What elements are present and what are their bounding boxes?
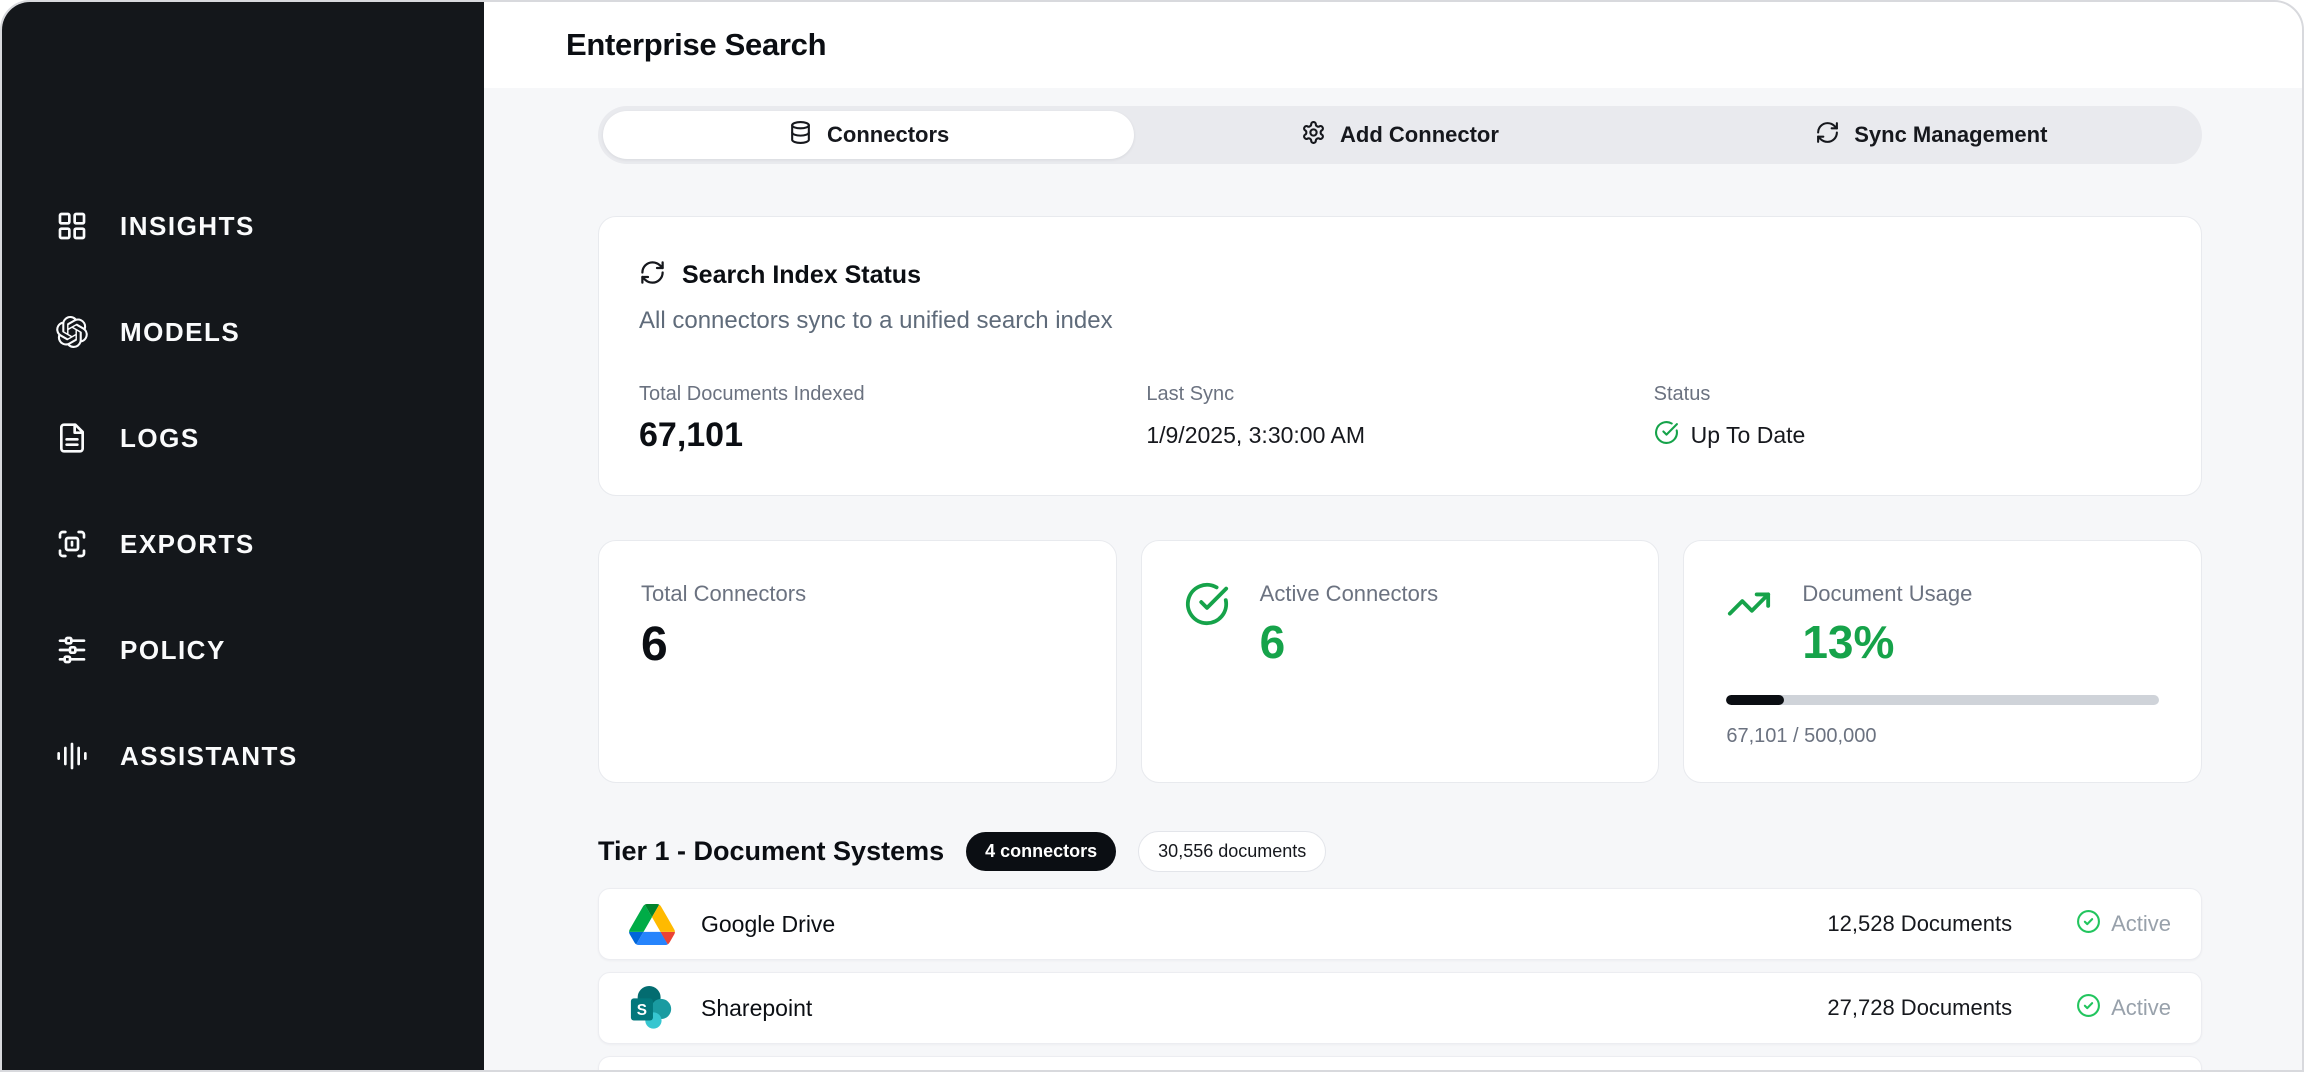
connector-doc-count: 12,528 Documents xyxy=(1827,911,2012,937)
field-total-documents: Total Documents Indexed 67,101 xyxy=(639,383,1146,455)
app-window: INSIGHTS MODELS LOGS EXPORTS POLICY xyxy=(0,0,2304,1072)
stat-value: 6 xyxy=(1260,615,1439,669)
check-circle-icon xyxy=(1654,420,1679,451)
page-header: Enterprise Search xyxy=(484,2,2302,88)
tab-bar: Connectors Add Connector Sync Management xyxy=(598,106,2202,164)
sidebar-item-exports[interactable]: EXPORTS xyxy=(50,520,484,568)
usage-progress-bar xyxy=(1726,695,2159,705)
sliders-icon xyxy=(50,628,94,672)
openai-icon xyxy=(50,310,94,354)
file-text-icon xyxy=(50,416,94,460)
refresh-icon xyxy=(639,259,666,291)
active-connectors-card: Active Connectors 6 xyxy=(1141,540,1660,783)
section-title: Tier 1 - Document Systems xyxy=(598,836,944,867)
connector-status-text: Active xyxy=(2111,995,2171,1021)
field-value: 67,101 xyxy=(639,416,1146,455)
field-last-sync: Last Sync 1/9/2025, 3:30:00 AM xyxy=(1146,383,1653,455)
check-circle-icon xyxy=(2076,993,2101,1023)
document-usage-card: Document Usage 13% 67,101 / 500,000 xyxy=(1683,540,2202,783)
sidebar: INSIGHTS MODELS LOGS EXPORTS POLICY xyxy=(2,2,484,1070)
card-subtitle: All connectors sync to a unified search … xyxy=(639,307,2161,335)
connector-status-text: Active xyxy=(2111,911,2171,937)
status-badge: Up To Date xyxy=(1691,422,1806,449)
card-title: Search Index Status xyxy=(682,261,921,290)
trending-up-icon xyxy=(1726,581,1772,632)
tier1-section-header: Tier 1 - Document Systems 4 connectors 3… xyxy=(598,831,2202,872)
usage-progress-fill xyxy=(1726,695,1784,705)
field-label: Status xyxy=(1654,383,2161,406)
stat-value: 6 xyxy=(641,617,1074,672)
connector-list: Google Drive 12,528 Documents Active xyxy=(598,888,2202,1070)
google-drive-icon xyxy=(629,901,675,947)
stat-label: Document Usage xyxy=(1802,581,1972,607)
tab-label: Add Connector xyxy=(1340,122,1499,148)
field-label: Last Sync xyxy=(1146,383,1653,406)
sidebar-item-label: INSIGHTS xyxy=(120,211,255,242)
svg-text:S: S xyxy=(637,1002,647,1019)
tab-label: Connectors xyxy=(827,122,949,148)
sidebar-item-logs[interactable]: LOGS xyxy=(50,414,484,462)
connector-name: Sharepoint xyxy=(701,995,812,1022)
stat-label: Active Connectors xyxy=(1260,581,1439,607)
connector-status: Active xyxy=(2076,909,2171,939)
tab-label: Sync Management xyxy=(1854,122,2047,148)
sidebar-item-assistants[interactable]: ASSISTANTS xyxy=(50,732,484,780)
tab-sync-management[interactable]: Sync Management xyxy=(1666,111,2197,159)
sidebar-item-label: POLICY xyxy=(120,635,226,666)
usage-text: 67,101 / 500,000 xyxy=(1726,725,2159,748)
connector-row-sharepoint[interactable]: S Sharepoint 27,728 Documents Active xyxy=(598,972,2202,1044)
check-circle-icon xyxy=(1184,581,1230,632)
sidebar-item-label: MODELS xyxy=(120,317,240,348)
sidebar-item-models[interactable]: MODELS xyxy=(50,308,484,356)
database-icon xyxy=(788,120,813,151)
connectors-count-badge: 4 connectors xyxy=(966,832,1116,871)
stat-label: Total Connectors xyxy=(641,581,1074,607)
connector-status: Active xyxy=(2076,993,2171,1023)
connector-row-google-drive[interactable]: Google Drive 12,528 Documents Active xyxy=(598,888,2202,960)
connector-doc-count: 27,728 Documents xyxy=(1827,995,2012,1021)
sharepoint-icon: S xyxy=(629,985,675,1031)
check-circle-icon xyxy=(2076,909,2101,939)
field-label: Total Documents Indexed xyxy=(639,383,1146,406)
refresh-icon xyxy=(1815,120,1840,151)
main-area: Enterprise Search Connectors xyxy=(484,2,2302,1070)
scan-box-icon xyxy=(50,522,94,566)
stat-cards: Total Connectors 6 Active Connectors 6 xyxy=(598,540,2202,783)
documents-count-badge: 30,556 documents xyxy=(1138,831,1326,872)
connector-name: Google Drive xyxy=(701,911,835,938)
field-value: 1/9/2025, 3:30:00 AM xyxy=(1146,422,1653,449)
sidebar-item-insights[interactable]: INSIGHTS xyxy=(50,202,484,250)
sidebar-item-label: EXPORTS xyxy=(120,529,255,560)
field-status: Status Up To Date xyxy=(1654,383,2161,455)
page-title: Enterprise Search xyxy=(566,27,826,63)
sidebar-item-label: LOGS xyxy=(120,423,200,454)
grid-icon xyxy=(50,204,94,248)
total-connectors-card: Total Connectors 6 xyxy=(598,540,1117,783)
tab-add-connector[interactable]: Add Connector xyxy=(1134,111,1665,159)
tab-connectors[interactable]: Connectors xyxy=(603,111,1134,159)
connector-row-partial xyxy=(598,1056,2202,1070)
gear-icon xyxy=(1301,120,1326,151)
sidebar-item-label: ASSISTANTS xyxy=(120,741,298,772)
content-area: Connectors Add Connector Sync Management xyxy=(484,88,2302,1070)
sidebar-item-policy[interactable]: POLICY xyxy=(50,626,484,674)
audio-lines-icon xyxy=(50,734,94,778)
search-index-status-card: Search Index Status All connectors sync … xyxy=(598,216,2202,496)
stat-value: 13% xyxy=(1802,615,1972,669)
